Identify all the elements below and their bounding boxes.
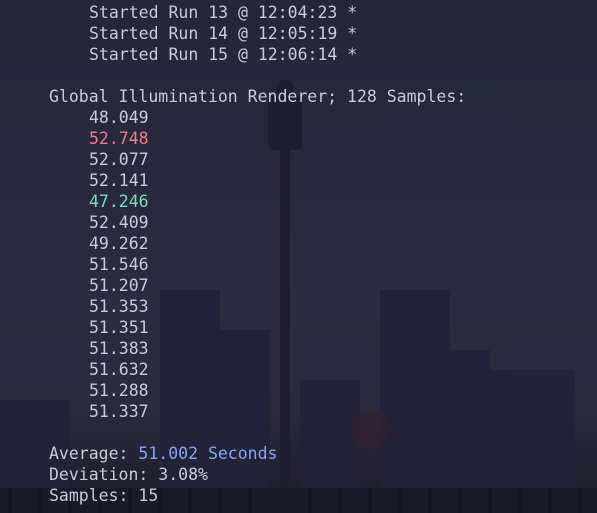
renderer-header: Global Illumination Renderer; 128 Sample… — [49, 87, 467, 106]
sample-value: 51.288 — [89, 381, 149, 400]
run-line: Started Run 13 @ 12:04:23 * — [89, 3, 358, 22]
average-label: Average: — [49, 444, 139, 463]
run-line: Started Run 14 @ 12:05:19 * — [89, 24, 358, 43]
sample-value: 51.207 — [89, 276, 149, 295]
sample-value: 51.546 — [89, 255, 149, 274]
deviation-line: Deviation: 3.08% — [49, 465, 208, 484]
sample-value: 51.351 — [89, 318, 149, 337]
terminal-output[interactable]: Started Run 13 @ 12:04:23 * Started Run … — [0, 0, 597, 513]
sample-value: 52.748 — [89, 129, 149, 148]
average-value: 51.002 Seconds — [138, 444, 278, 463]
run-line: Started Run 15 @ 12:06:14 * — [89, 45, 358, 64]
samples-count-line: Samples: 15 — [49, 486, 159, 505]
sample-value: 51.337 — [89, 402, 149, 421]
sample-value: 52.409 — [89, 213, 149, 232]
sample-value: 52.141 — [89, 171, 149, 190]
sample-value: 51.353 — [89, 297, 149, 316]
sample-value: 51.383 — [89, 339, 149, 358]
sample-value: 48.049 — [89, 108, 149, 127]
sample-value: 49.262 — [89, 234, 149, 253]
sample-value: 52.077 — [89, 150, 149, 169]
sample-value: 47.246 — [89, 192, 149, 211]
sample-value: 51.632 — [89, 360, 149, 379]
average-line: Average: 51.002 Seconds — [49, 443, 277, 464]
